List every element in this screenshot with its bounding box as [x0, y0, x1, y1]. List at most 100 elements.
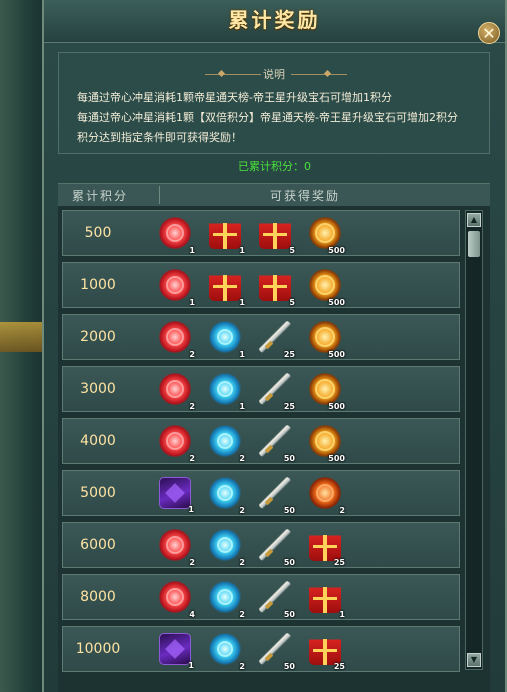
gold-orb-icon[interactable]: 500: [309, 269, 345, 307]
scrollbar-thumb[interactable]: [468, 231, 480, 257]
item-count: 2: [239, 662, 245, 671]
item-count: 2: [189, 402, 195, 411]
red-gift-icon[interactable]: 25: [309, 633, 345, 671]
item-count: 1: [239, 246, 245, 255]
sword-icon[interactable]: 25: [259, 373, 295, 411]
reward-table-header: 累计积分 可获得奖励: [58, 183, 490, 207]
reward-points-required: 6000: [80, 537, 116, 553]
dialog-title: 累计奖励: [228, 8, 321, 32]
blue-gem-icon[interactable]: 1: [209, 321, 245, 359]
orange-gem-icon[interactable]: 2: [309, 477, 345, 515]
item-count: 1: [239, 350, 245, 359]
item-count: 2: [239, 610, 245, 619]
sword-icon[interactable]: 50: [259, 633, 295, 671]
gold-orb-icon[interactable]: 500: [309, 217, 345, 255]
sword-icon[interactable]: 50: [259, 529, 295, 567]
item-count: 2: [189, 350, 195, 359]
red-gem-icon[interactable]: 2: [159, 373, 195, 411]
reward-points-required: 500: [84, 225, 112, 241]
reward-row: 4000 2 2 50 500: [62, 418, 460, 464]
purple-box-icon[interactable]: 1: [159, 633, 194, 670]
gold-orb-icon[interactable]: 500: [309, 373, 345, 411]
red-gift-icon[interactable]: 1: [309, 581, 345, 619]
column-header-rewards: 可获得奖励: [270, 189, 341, 203]
cumulative-reward-dialog: 累计奖励 ✕ 说明 每通过帝心冲星消耗1颗帝星通天榜-帝王星升级宝石可增加1积分…: [42, 0, 507, 692]
item-count: 50: [283, 662, 295, 671]
item-count: 500: [328, 298, 345, 307]
description-header: 说明: [263, 68, 285, 81]
blue-gem-icon[interactable]: 2: [209, 633, 245, 671]
reward-points-required: 2000: [80, 329, 116, 345]
red-gem-icon[interactable]: 1: [159, 217, 195, 255]
reward-row: 500 1 1 5 500: [62, 210, 460, 256]
item-count: 1: [188, 661, 194, 670]
description-line: 每通过帝心冲星消耗1颗帝星通天榜-帝王星升级宝石可增加1积分: [77, 91, 392, 104]
description-line: 积分达到指定条件即可获得奖励！: [77, 131, 242, 144]
item-count: 500: [328, 454, 345, 463]
blue-gem-icon[interactable]: 1: [209, 373, 245, 411]
close-button[interactable]: ✕: [478, 22, 500, 44]
sword-icon[interactable]: 50: [259, 477, 295, 515]
item-count: 50: [283, 454, 295, 463]
item-count: 50: [283, 506, 295, 515]
red-gift-icon[interactable]: 25: [309, 529, 345, 567]
item-count: 2: [239, 506, 245, 515]
red-gem-icon[interactable]: 1: [159, 269, 195, 307]
reward-points-required: 1000: [80, 277, 116, 293]
background-banner: [0, 322, 44, 352]
reward-points-required: 10000: [75, 641, 121, 657]
description-line: 每通过帝心冲星消耗1颗【双倍积分】帝星通天榜-帝王星升级宝石可增加2积分: [77, 111, 458, 124]
blue-gem-icon[interactable]: 2: [209, 581, 245, 619]
description-box: 说明 每通过帝心冲星消耗1颗帝星通天榜-帝王星升级宝石可增加1积分 每通过帝心冲…: [58, 52, 490, 154]
item-count: 1: [188, 505, 194, 514]
game-screen: 6 9 累计奖励 ✕ 说明 每通过帝心冲星消耗1颗帝星通天榜-帝王星升级宝石可增…: [0, 0, 507, 692]
reward-row: 3000 2 1 25 500: [62, 366, 460, 412]
red-gem-icon[interactable]: 2: [159, 321, 195, 359]
accumulated-points: 已累计积分：0: [238, 160, 311, 173]
blue-gem-icon[interactable]: 2: [209, 529, 245, 567]
red-gift-icon[interactable]: 1: [209, 269, 245, 307]
purple-box-icon[interactable]: 1: [159, 477, 194, 514]
reward-row: 8000 4 2 50 1: [62, 574, 460, 620]
reward-row: 2000 2 1 25 500: [62, 314, 460, 360]
item-count: 500: [328, 402, 345, 411]
reward-row: 10000 1 2 50 25: [62, 626, 460, 672]
dialog-title-bar: 累计奖励: [44, 0, 505, 43]
gold-orb-icon[interactable]: 500: [309, 425, 345, 463]
item-count: 1: [239, 298, 245, 307]
reward-row: 5000 1 2 50 2: [62, 470, 460, 516]
red-gem-icon[interactable]: 2: [159, 425, 195, 463]
item-count: 5: [289, 298, 295, 307]
item-count: 50: [283, 558, 295, 567]
item-count: 2: [339, 506, 345, 515]
scroll-up-button[interactable]: ▲: [467, 213, 481, 227]
item-count: 4: [189, 610, 195, 619]
item-count: 500: [328, 350, 345, 359]
item-count: 25: [333, 558, 345, 567]
red-gem-icon[interactable]: 2: [159, 529, 195, 567]
column-header-points: 累计积分: [72, 189, 129, 203]
reward-points-required: 5000: [80, 485, 116, 501]
sword-icon[interactable]: 50: [259, 425, 295, 463]
item-count: 2: [239, 454, 245, 463]
item-count: 500: [328, 246, 345, 255]
item-count: 50: [283, 610, 295, 619]
red-gift-icon[interactable]: 1: [209, 217, 245, 255]
item-count: 1: [189, 246, 195, 255]
blue-gem-icon[interactable]: 2: [209, 477, 245, 515]
column-divider: [159, 186, 160, 204]
item-count: 5: [289, 246, 295, 255]
scroll-down-button[interactable]: ▼: [467, 653, 481, 667]
scrollbar[interactable]: ▲ ▼: [465, 210, 483, 670]
blue-gem-icon[interactable]: 2: [209, 425, 245, 463]
gold-orb-icon[interactable]: 500: [309, 321, 345, 359]
sword-icon[interactable]: 25: [259, 321, 295, 359]
item-count: 1: [339, 610, 345, 619]
red-gem-icon[interactable]: 4: [159, 581, 195, 619]
item-count: 25: [333, 662, 345, 671]
sword-icon[interactable]: 50: [259, 581, 295, 619]
red-gift-icon[interactable]: 5: [259, 269, 295, 307]
item-count: 2: [239, 558, 245, 567]
item-count: 25: [283, 350, 295, 359]
red-gift-icon[interactable]: 5: [259, 217, 295, 255]
